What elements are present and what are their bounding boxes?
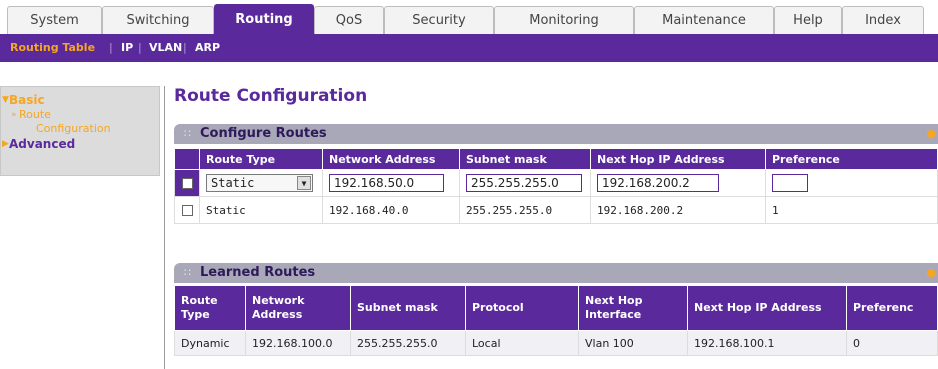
network-address-value: 192.168.40.0: [322, 196, 460, 224]
network-address-input[interactable]: [329, 174, 444, 192]
configure-routes-header: ∷ Configure Routes ●: [174, 124, 938, 144]
menu-advanced[interactable]: Advanced: [9, 137, 75, 151]
preference-input[interactable]: [772, 174, 808, 192]
column-header: Preferenc: [846, 285, 938, 331]
column-header: Route Type: [174, 285, 246, 331]
tab-label: Monitoring: [529, 13, 599, 28]
expand-arrow-icon: ▼: [2, 95, 9, 105]
tab-qos[interactable]: QoS: [314, 6, 384, 34]
column-header: Subnet mask: [350, 285, 466, 331]
section-bullet-icon: ∷: [184, 127, 191, 140]
select-column-header: [174, 148, 200, 170]
subnav-vlan[interactable]: VLAN: [149, 41, 182, 54]
dropdown-arrow-icon: ▼: [297, 176, 311, 190]
tab-label: Switching: [126, 13, 190, 28]
next-hop-value: 192.168.200.2: [590, 196, 766, 224]
route-type-select[interactable]: Static ▼: [206, 174, 313, 192]
page-title: Route Configuration: [174, 86, 368, 106]
tab-security[interactable]: Security: [384, 6, 494, 34]
column-header: Subnet mask: [459, 148, 591, 170]
next-hop-input[interactable]: [597, 174, 719, 192]
column-header: Next Hop IP Address: [687, 285, 847, 331]
subnet-mask-input[interactable]: [466, 174, 582, 192]
table-row: Dynamic 192.168.100.0 255.255.255.0 Loca…: [174, 330, 938, 356]
column-header: Network Address: [245, 285, 351, 331]
column-header: Preference: [765, 148, 938, 170]
tab-switching[interactable]: Switching: [102, 6, 214, 34]
preference-cell: [765, 169, 938, 197]
subnav-arp[interactable]: ARP: [195, 41, 220, 54]
tab-label: Help: [793, 13, 823, 28]
collapse-arrow-icon: ▶: [2, 139, 9, 149]
menu-basic[interactable]: Basic: [9, 93, 45, 107]
subnav-separator: |: [109, 41, 113, 54]
sub-navigation: Routing Table | IP | VLAN | ARP: [0, 34, 938, 62]
column-header: Next Hop Interface: [578, 285, 688, 331]
section-title: Configure Routes: [200, 126, 327, 141]
left-menu: ▼ Basic » Route Configuration ▶ Advanced: [0, 86, 160, 176]
learned-routes-table: Route Type Network Address Subnet mask P…: [174, 285, 938, 356]
protocol-value: Local: [465, 330, 579, 356]
next-hop-cell: [590, 169, 766, 197]
tab-system[interactable]: System: [7, 6, 102, 34]
subnav-separator: |: [183, 41, 187, 54]
next-hop-ip-value: 192.168.100.1: [687, 330, 847, 356]
subnav-ip[interactable]: IP: [121, 41, 133, 54]
table-row: Static 192.168.40.0 255.255.255.0 192.16…: [174, 196, 938, 224]
route-type-selected: Static: [211, 176, 255, 190]
tab-label: Routing: [235, 12, 293, 27]
select-all-checkbox[interactable]: [181, 178, 193, 189]
subnet-mask-value: 255.255.255.0: [459, 196, 591, 224]
tab-monitoring[interactable]: Monitoring: [494, 6, 634, 34]
tab-index[interactable]: Index: [842, 6, 924, 34]
preference-value: 1: [765, 196, 938, 224]
select-cell: [174, 169, 200, 197]
help-icon[interactable]: ●: [926, 266, 936, 279]
route-type-cell: Static ▼: [199, 169, 323, 197]
column-header: Network Address: [322, 148, 460, 170]
route-type-value: Dynamic: [174, 330, 246, 356]
learned-routes-header: ∷ Learned Routes ●: [174, 263, 938, 283]
subnet-mask-cell: [459, 169, 591, 197]
section-bullet-icon: ∷: [184, 266, 191, 279]
tab-routing[interactable]: Routing: [214, 4, 314, 34]
add-route-row: Static ▼: [174, 169, 938, 197]
column-header: Route Type: [199, 148, 323, 170]
tab-label: Maintenance: [662, 13, 746, 28]
tab-label: System: [30, 13, 79, 28]
route-type-value: Static: [199, 196, 323, 224]
subnav-separator: |: [138, 41, 142, 54]
top-tab-bar: System Switching Routing QoS Security Mo…: [0, 0, 938, 34]
row-checkbox[interactable]: [181, 205, 193, 216]
preference-value: 0: [846, 330, 938, 356]
menu-route-configuration[interactable]: Route: [19, 108, 51, 121]
tab-label: Security: [412, 13, 466, 28]
column-header: Next Hop IP Address: [590, 148, 766, 170]
left-divider: [164, 86, 165, 369]
network-address-cell: [322, 169, 460, 197]
menu-route-configuration-line2[interactable]: Configuration: [36, 122, 111, 135]
tab-label: Index: [865, 13, 901, 28]
subnet-mask-value: 255.255.255.0: [350, 330, 466, 356]
configure-routes-table: Route Type Network Address Subnet mask N…: [174, 148, 938, 224]
column-header: Protocol: [465, 285, 579, 331]
next-hop-interface-value: Vlan 100: [578, 330, 688, 356]
select-cell: [174, 196, 200, 224]
tab-help[interactable]: Help: [774, 6, 842, 34]
subnav-routing-table[interactable]: Routing Table: [10, 41, 95, 54]
network-address-value: 192.168.100.0: [245, 330, 351, 356]
tab-maintenance[interactable]: Maintenance: [634, 6, 774, 34]
help-icon[interactable]: ●: [926, 127, 936, 140]
tab-label: QoS: [335, 13, 363, 28]
section-title: Learned Routes: [200, 265, 316, 280]
bullet-icon: »: [11, 110, 17, 120]
